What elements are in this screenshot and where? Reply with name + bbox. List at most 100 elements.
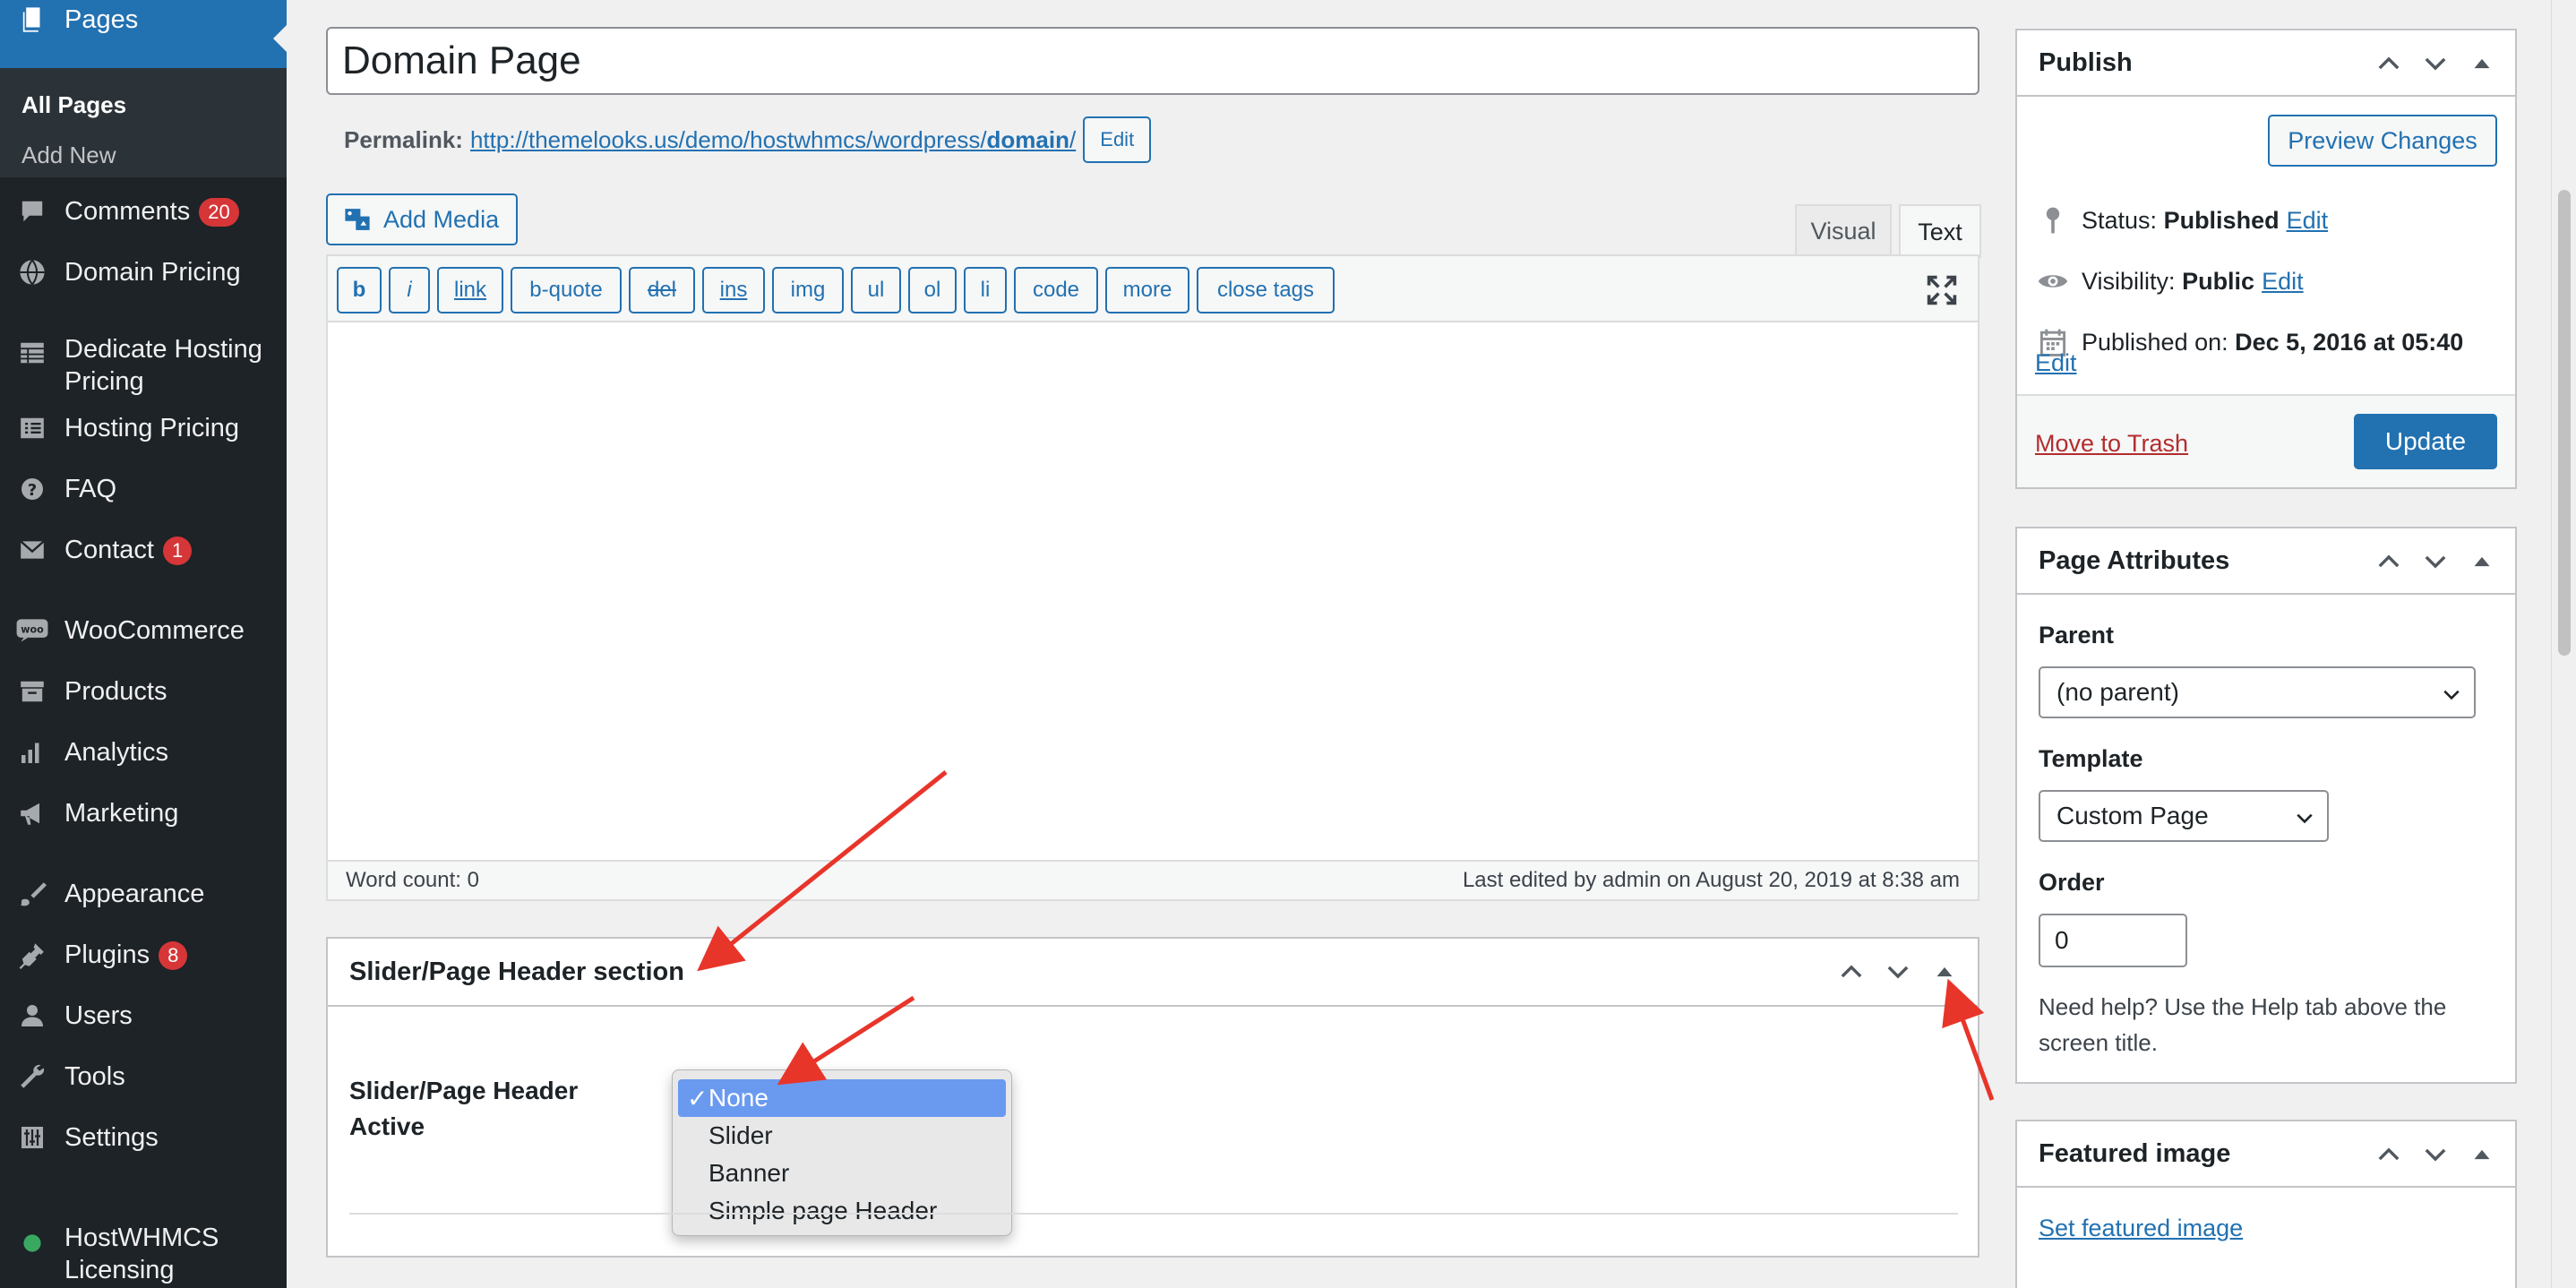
- dropdown-option-simple-header[interactable]: Simple page Header: [673, 1192, 1011, 1230]
- sidebar-item-label-line2: Licensing: [64, 1256, 175, 1284]
- toggle-panel-icon[interactable]: [2467, 546, 2497, 577]
- tab-visual[interactable]: Visual: [1795, 204, 1892, 256]
- dropdown-option-none[interactable]: ✓ None: [678, 1079, 1006, 1117]
- table-icon: [14, 335, 50, 371]
- post-title-input[interactable]: Domain Page: [326, 27, 1979, 95]
- qt-link-button[interactable]: link: [437, 267, 503, 313]
- qt-img-button[interactable]: img: [772, 267, 844, 313]
- order-input[interactable]: 0: [2039, 914, 2187, 967]
- svg-text:woo: woo: [21, 623, 44, 635]
- permalink-slug: domain: [986, 125, 1069, 153]
- contact-count-badge: 1: [162, 537, 193, 566]
- qt-code-button[interactable]: code: [1014, 267, 1098, 313]
- move-down-icon[interactable]: [2420, 546, 2451, 577]
- sidebar-item-label-line2: Pricing: [64, 367, 144, 396]
- tab-text[interactable]: Text: [1899, 204, 1981, 258]
- slider-select-dropdown[interactable]: ✓ None Slider Banner Simple page Header: [672, 1069, 1012, 1236]
- qt-del-button[interactable]: del: [629, 267, 695, 313]
- svg-text:?: ?: [28, 481, 37, 500]
- move-to-trash-link[interactable]: Move to Trash: [2035, 430, 2188, 458]
- permalink-row: Permalink: http://themelooks.us/demo/hos…: [344, 116, 1152, 163]
- fullscreen-icon[interactable]: [1926, 274, 1958, 306]
- move-up-icon[interactable]: [2374, 546, 2404, 577]
- move-down-icon[interactable]: [1883, 957, 1913, 987]
- slider-box-controls: [1836, 957, 1960, 987]
- featured-image-title: Featured image: [2039, 1138, 2231, 1168]
- qt-ul-button[interactable]: ul: [851, 267, 901, 313]
- move-up-icon[interactable]: [2374, 1139, 2404, 1170]
- qt-more-button[interactable]: more: [1105, 267, 1189, 313]
- publish-metabox: Publish Preview Changes Status: Publishe…: [2015, 29, 2517, 489]
- move-down-icon[interactable]: [2420, 48, 2451, 79]
- quicktags-toolbar: b i link b-quote del ins img ul ol li co…: [328, 256, 1978, 322]
- pin-icon: [2037, 204, 2069, 236]
- toggle-panel-icon[interactable]: [2467, 1139, 2497, 1170]
- sidebar-item-label: Dedicate Hosting: [64, 335, 262, 364]
- sidebar-item-label: HostWHMCS: [64, 1224, 219, 1252]
- globe-icon: [14, 254, 50, 290]
- edit-status-link[interactable]: Edit: [2287, 207, 2329, 235]
- featured-box-controls: [2374, 1139, 2497, 1170]
- sidebar-item-pages[interactable]: Pages: [0, 0, 287, 68]
- featured-image-metabox: Featured image Set featured image: [2015, 1120, 2517, 1288]
- dropdown-option-slider[interactable]: Slider: [673, 1117, 1011, 1155]
- move-up-icon[interactable]: [2374, 48, 2404, 79]
- chart-bar-icon: [14, 734, 50, 770]
- qt-ins-button[interactable]: ins: [702, 267, 765, 313]
- qt-bold-button[interactable]: b: [337, 267, 382, 313]
- slider-active-label: Slider/Page Header Active: [349, 1077, 579, 1140]
- permalink-link[interactable]: http://themelooks.us/demo/hostwhmcs/word…: [470, 126, 1076, 154]
- parent-select[interactable]: (no parent): [2039, 666, 2476, 718]
- edit-date-link[interactable]: Edit: [2035, 349, 2077, 377]
- qt-li-button[interactable]: li: [964, 267, 1007, 313]
- sidebar-item-dedicate-hosting[interactable]: Dedicate Hosting Pricing: [0, 333, 287, 405]
- move-down-icon[interactable]: [2420, 1139, 2451, 1170]
- qt-italic-button[interactable]: i: [389, 267, 430, 313]
- plugin-icon: [14, 937, 50, 973]
- published-label: Published on:: [2082, 328, 2228, 356]
- email-icon: [14, 532, 50, 568]
- published-value: Dec 5, 2016 at 05:40: [2235, 328, 2464, 356]
- status-value: Published: [2163, 206, 2280, 234]
- wrench-icon: [14, 1059, 50, 1095]
- published-row: Published on: Dec 5, 2016 at 05:40: [2037, 326, 2463, 358]
- attributes-box-controls: [2374, 546, 2497, 577]
- move-up-icon[interactable]: [1836, 957, 1867, 987]
- template-select[interactable]: Custom Page: [2039, 790, 2329, 842]
- toggle-panel-icon[interactable]: [2467, 48, 2497, 79]
- submenu-add-new[interactable]: Add New: [21, 142, 116, 169]
- eye-icon: [2037, 265, 2069, 297]
- help-icon: ?: [14, 471, 50, 507]
- order-label: Order: [2039, 869, 2105, 896]
- update-button[interactable]: Update: [2354, 414, 2497, 469]
- sidebar-item-label: Users: [64, 1001, 133, 1030]
- qt-close-tags-button[interactable]: close tags: [1197, 267, 1335, 313]
- qt-ol-button[interactable]: ol: [908, 267, 957, 313]
- preview-changes-button[interactable]: Preview Changes: [2268, 115, 2497, 167]
- edit-visibility-link[interactable]: Edit: [2262, 268, 2304, 296]
- sidebar-item-label: Contact: [64, 536, 154, 564]
- edit-permalink-button[interactable]: Edit: [1083, 116, 1152, 163]
- template-label: Template: [2039, 745, 2143, 772]
- sidebar-item-label: Appearance: [64, 880, 205, 908]
- status-row: Status: Published Edit: [2037, 204, 2328, 236]
- page-scrollbar[interactable]: [2551, 0, 2576, 1288]
- sidebar-item-label: Comments: [64, 197, 191, 226]
- visibility-label: Visibility:: [2082, 267, 2176, 295]
- qt-bquote-button[interactable]: b-quote: [511, 267, 622, 313]
- set-featured-image-link[interactable]: Set featured image: [2039, 1215, 2243, 1242]
- slider-header-metabox: Slider/Page Header section Slider/Page H…: [326, 937, 1979, 1258]
- dropdown-option-banner[interactable]: Banner: [673, 1155, 1011, 1192]
- slider-section-title: Slider/Page Header section: [349, 957, 684, 986]
- sidebar-item-label: Products: [64, 677, 167, 706]
- scrollbar-thumb[interactable]: [2558, 190, 2571, 656]
- dot-icon: [14, 1225, 50, 1261]
- brush-icon: [14, 876, 50, 912]
- sidebar-item-label: Hosting Pricing: [64, 414, 240, 442]
- woo-icon: woo: [14, 613, 50, 648]
- submenu-all-pages[interactable]: All Pages: [21, 91, 126, 119]
- sidebar-item-hostwhmcs[interactable]: HostWHMCS Licensing: [0, 1222, 287, 1288]
- plugins-count-badge: 8: [159, 941, 188, 971]
- add-media-button[interactable]: Add Media: [326, 193, 518, 245]
- toggle-panel-icon[interactable]: [1929, 957, 1960, 987]
